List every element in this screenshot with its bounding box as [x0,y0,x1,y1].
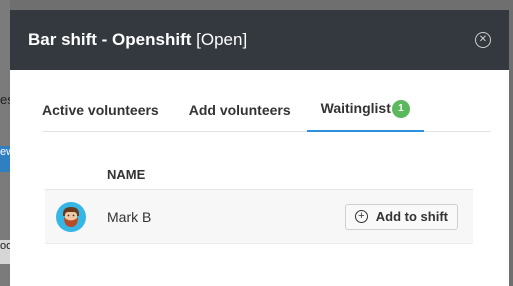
tab-waitinglist[interactable]: Waitinglist 1 [306,100,425,132]
tab-bar: Active volunteers Add volunteers Waiting… [42,70,491,132]
table-row: Mark B + Add to shift [45,190,473,244]
waitinglist-table: NAME Mark B + Add to shift [45,159,473,244]
volunteer-name: Mark B [107,208,152,225]
avatar-icon [56,201,86,232]
modal-status: [Open] [196,30,248,49]
background-text-fragment: es [0,92,10,107]
tab-label: Add volunteers [188,102,291,118]
modal-header: Bar shift - Openshift [Open] ✕ [10,10,509,70]
tab-label: Waitinglist [320,100,391,116]
shift-modal: Bar shift - Openshift [Open] ✕ Active vo… [10,10,509,286]
background-gray-fragment: oo [0,240,10,264]
close-icon[interactable]: ✕ [475,32,491,48]
modal-title-text: Bar shift - Openshift [28,30,192,49]
tab-label: Active volunteers [42,102,159,118]
add-to-shift-button[interactable]: + Add to shift [344,203,458,230]
plus-circle-icon: + [354,210,368,223]
tab-active-volunteers[interactable]: Active volunteers [42,102,159,131]
table-header: NAME [45,159,473,190]
background-button-fragment: ew [0,146,10,172]
tab-add-volunteers[interactable]: Add volunteers [189,102,291,131]
column-header-name: NAME [107,166,146,182]
modal-title: Bar shift - Openshift [Open] [28,30,475,50]
count-badge: 1 [391,100,410,118]
add-to-shift-label: Add to shift [375,209,448,224]
